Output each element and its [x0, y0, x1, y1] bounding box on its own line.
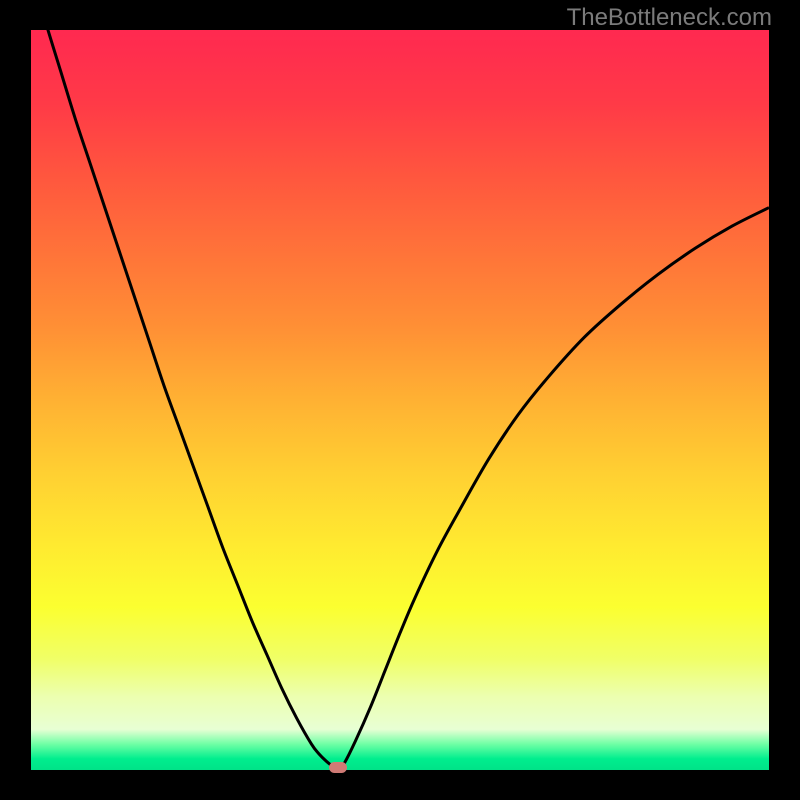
watermark-text: TheBottleneck.com — [567, 4, 772, 32]
chart-frame: TheBottleneck.com — [0, 0, 800, 800]
curve-layer — [31, 30, 769, 770]
minimum-marker — [329, 762, 347, 773]
bottleneck-curve — [31, 30, 769, 770]
